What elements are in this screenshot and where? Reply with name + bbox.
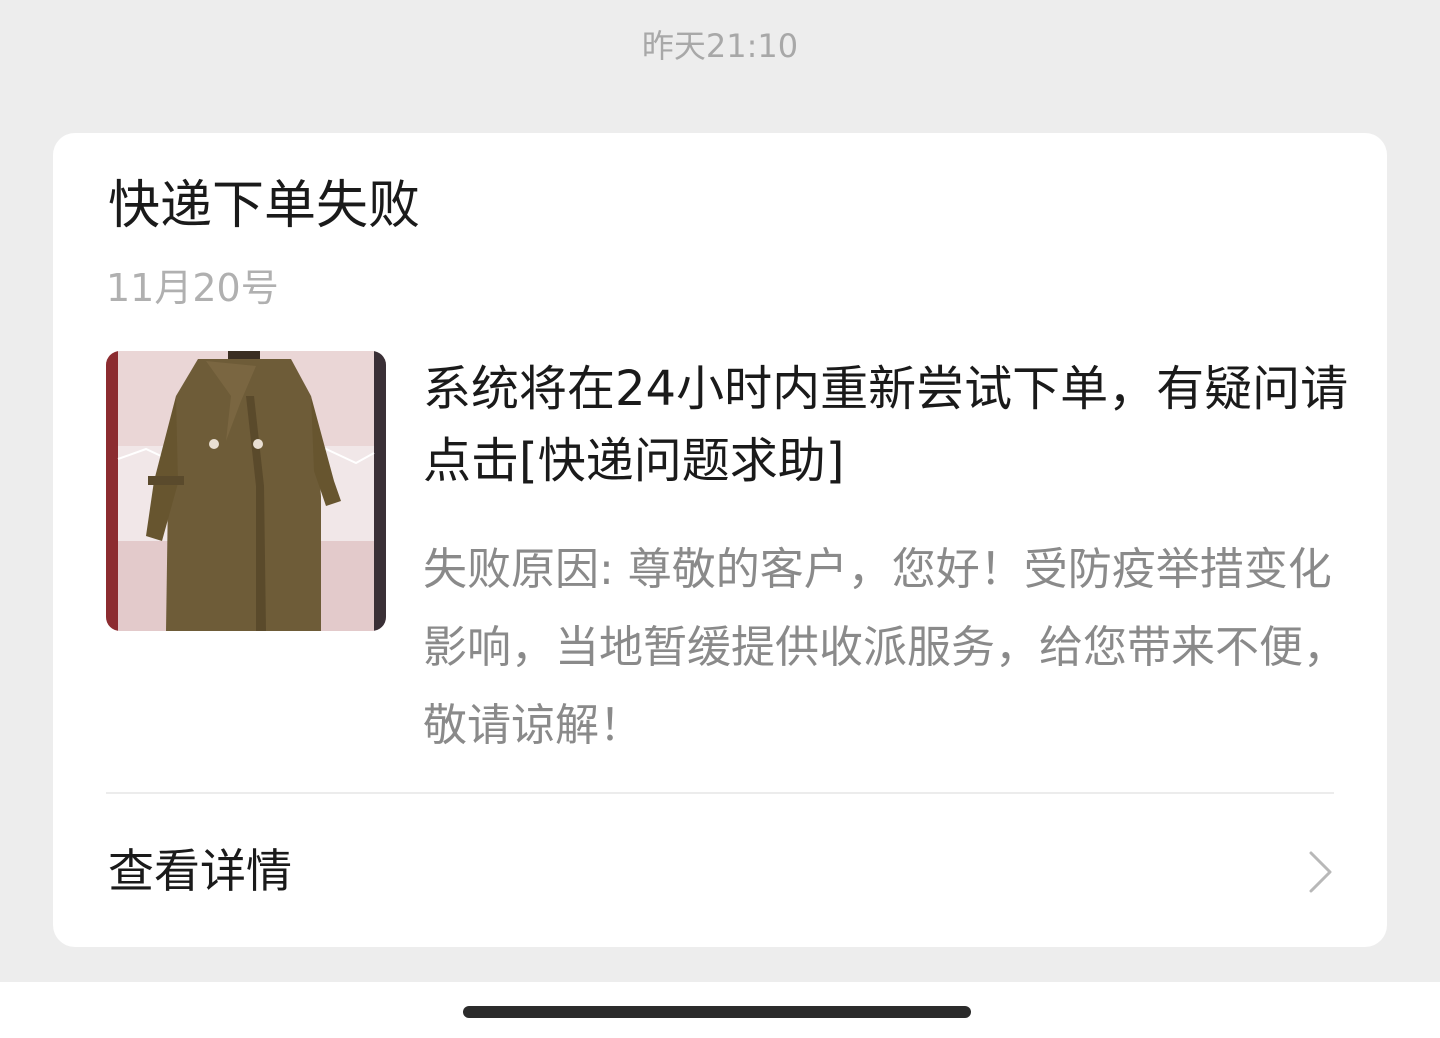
home-indicator[interactable] [463, 1006, 971, 1018]
card-date: 11月20号 [106, 266, 279, 310]
chevron-right-icon [1309, 851, 1332, 893]
notification-card[interactable]: 快递下单失败 11月20号 系统将在24小时内重新尝试下单，有疑问请点击[快递问… [53, 133, 1387, 947]
message-timestamp: 昨天21:10 [641, 27, 799, 65]
failure-reason-text: 失败原因: 尊敬的客户，您好！受防疫举措变化影响，当地暂缓提供收派服务，给您带来… [423, 544, 1347, 751]
card-title: 快递下单失败 [108, 176, 421, 236]
order-message-headline: 系统将在24小时内重新尝试下单，有疑问请点击[快递问题求助] [423, 361, 1349, 489]
product-thumbnail[interactable] [106, 351, 386, 631]
bottom-bar [0, 982, 1440, 1038]
view-details-link[interactable]: 查看详情 [53, 794, 1387, 947]
view-details-label: 查看详情 [108, 844, 292, 898]
coat-product-image [106, 351, 386, 631]
